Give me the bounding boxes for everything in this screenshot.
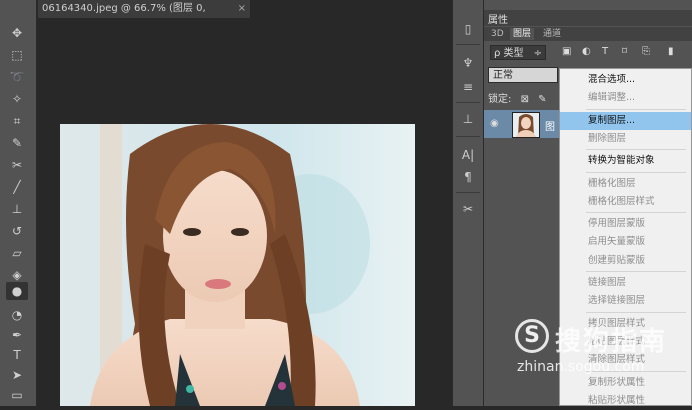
- smart-object-filter-icon[interactable]: ⎘: [642, 46, 650, 57]
- menu-separator: [586, 108, 686, 110]
- menu-item[interactable]: 停用图层蒙版: [560, 215, 691, 233]
- lock-row: 锁定: ⊠ ✎: [488, 90, 547, 105]
- close-tab-icon[interactable]: ×: [238, 0, 246, 18]
- lock-transparent-icon[interactable]: ⊠: [521, 94, 529, 105]
- tools-panel: ✥ ⬚ ➰ ✧ ⌗ ✎ ✂ ╱ ⊥ ↺ ▱ ◈ ● ◔ ✒ T ➤ ▭: [0, 0, 37, 406]
- tab-3d[interactable]: 3D: [488, 28, 507, 40]
- clone-stamp-icon[interactable]: ⊥: [6, 200, 28, 218]
- panel-top-tabbar: [484, 10, 692, 26]
- eyedropper-icon[interactable]: ✎: [6, 134, 28, 152]
- watermark-logo: S: [515, 319, 549, 353]
- lock-label: 锁定:: [488, 94, 512, 105]
- marquee-icon[interactable]: ⬚: [6, 46, 28, 64]
- eraser-icon[interactable]: ▱: [6, 244, 28, 262]
- layer-name[interactable]: 图: [545, 118, 555, 133]
- path-selection-icon[interactable]: ➤: [6, 366, 28, 384]
- align-icon[interactable]: ⊥: [457, 110, 479, 128]
- crop-icon[interactable]: ⌗: [6, 112, 28, 130]
- menu-item[interactable]: 转换为智能对象: [560, 152, 691, 170]
- menu-item[interactable]: 栅格化图层: [560, 175, 691, 193]
- type-filter-icon[interactable]: T: [602, 46, 608, 57]
- document-tab[interactable]: 06164340.jpeg @ 66.7% (图层 0, RGB/8#) * ×: [38, 0, 250, 32]
- lasso-icon[interactable]: ➰: [6, 68, 28, 86]
- menu-item[interactable]: 粘贴形状属性: [560, 392, 691, 410]
- menu-separator: [586, 149, 686, 151]
- type-icon[interactable]: T: [6, 346, 28, 364]
- history-brush-icon[interactable]: ↺: [6, 222, 28, 240]
- filter-toggle-icon[interactable]: ▮: [668, 46, 674, 57]
- menu-item[interactable]: 栅格化图层样式: [560, 193, 691, 211]
- panel-dock-strip: ▯ ♆ ≡ ⊥ A| ¶ ✂: [452, 0, 484, 406]
- pen-icon[interactable]: ✒: [6, 326, 28, 344]
- tab-channels[interactable]: 通道: [540, 28, 564, 40]
- brush-icon[interactable]: ╱: [6, 178, 28, 196]
- dodge-icon[interactable]: ◔: [6, 306, 28, 324]
- tab-layers[interactable]: 图层: [510, 28, 535, 40]
- rectangle-icon[interactable]: ▭: [6, 386, 28, 404]
- menu-item[interactable]: 删除图层: [560, 130, 691, 148]
- eye-icon[interactable]: ◉: [490, 118, 499, 129]
- watermark: S 搜狗指南 zhinan.sogou.com: [515, 317, 685, 377]
- watermark-cn: 搜狗指南: [555, 327, 668, 357]
- layer-thumbnail: [512, 112, 540, 138]
- filter-kind-label: ρ 类型: [494, 48, 524, 59]
- shape-filter-icon[interactable]: ⌑: [622, 46, 627, 57]
- canvas-image[interactable]: [60, 124, 415, 406]
- menu-item[interactable]: 启用矢量蒙版: [560, 233, 691, 251]
- menu-separator: [586, 311, 686, 313]
- lock-paint-icon[interactable]: ✎: [538, 94, 546, 105]
- menu-item[interactable]: 混合选项...: [560, 71, 691, 89]
- blur-icon[interactable]: ●: [6, 282, 28, 300]
- menu-separator: [586, 212, 686, 214]
- history-icon[interactable]: ▯: [457, 20, 479, 38]
- menu-separator: [586, 271, 686, 272]
- chevron-updown-icon: ÷: [533, 48, 542, 59]
- menu-item[interactable]: 链接图层: [560, 274, 691, 292]
- image-filter-icon[interactable]: ▣: [562, 46, 571, 57]
- menu-item[interactable]: 编辑调整...: [560, 89, 691, 107]
- menu-separator: [586, 171, 686, 173]
- move-icon[interactable]: ✥: [6, 24, 28, 42]
- watermark-en: zhinan.sogou.com: [517, 359, 645, 375]
- healing-brush-icon[interactable]: ✂: [6, 156, 28, 174]
- menu-item[interactable]: 创建剪贴蒙版: [560, 252, 691, 270]
- character-icon[interactable]: A|: [457, 146, 479, 164]
- paragraph-icon[interactable]: ¶: [457, 168, 479, 186]
- layer-filter-select[interactable]: ρ 类型 ÷: [490, 45, 546, 60]
- magic-wand-icon[interactable]: ✧: [6, 90, 28, 108]
- menu-item[interactable]: 选择链接图层: [560, 292, 691, 310]
- adjustment-filter-icon[interactable]: ◐: [582, 46, 591, 57]
- brush-preset-icon[interactable]: ♆: [457, 54, 479, 72]
- tools-preset-icon[interactable]: ✂: [457, 200, 479, 218]
- tab-properties[interactable]: 属性: [488, 11, 508, 26]
- brush-settings-icon[interactable]: ≡: [457, 78, 479, 96]
- blend-mode-select[interactable]: 正常: [488, 67, 558, 83]
- menu-item[interactable]: 复制图层...: [560, 111, 691, 130]
